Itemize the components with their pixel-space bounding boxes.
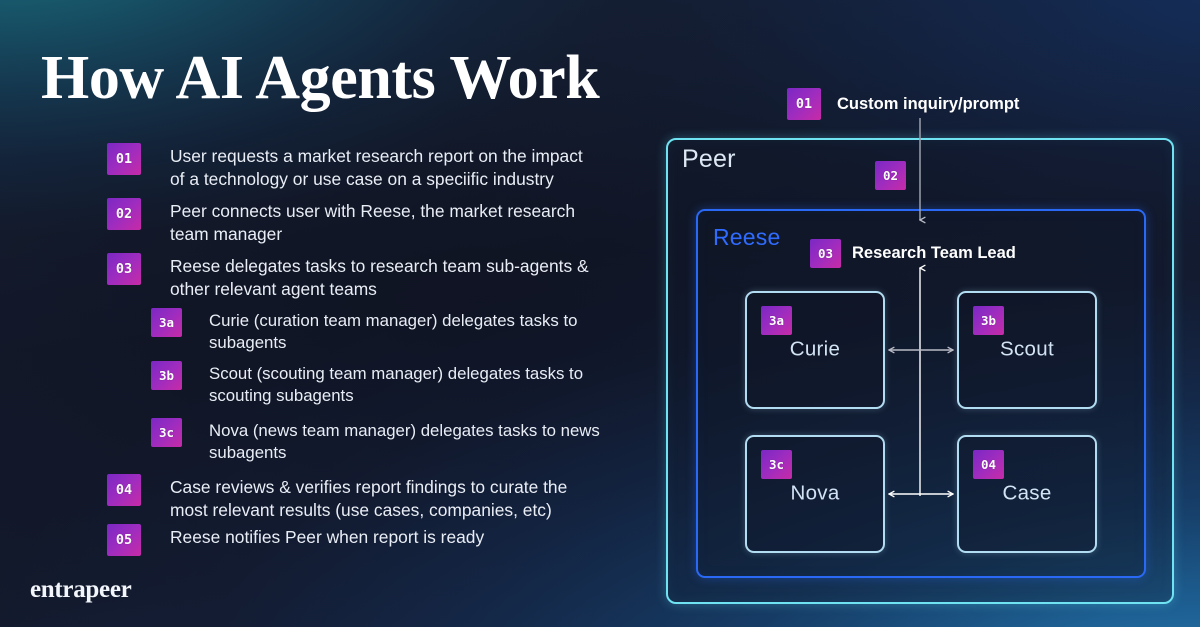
- agent-box-case[interactable]: 04 Case: [957, 435, 1097, 553]
- step-badge: 3c: [761, 450, 792, 479]
- agent-box-curie[interactable]: 3a Curie: [745, 291, 885, 409]
- research-team-lead-label: 03 Research Team Lead: [810, 239, 1016, 268]
- agent-name: Curie: [789, 337, 841, 361]
- reese-label: Reese: [713, 224, 781, 250]
- agent-name: Nova: [790, 481, 840, 505]
- agent-box-scout[interactable]: 3b Scout: [957, 291, 1097, 409]
- agent-name: Scout: [1000, 337, 1054, 361]
- agent-box-nova[interactable]: 3c Nova: [745, 435, 885, 553]
- step-badge: 03: [810, 239, 841, 268]
- step-badge: 3b: [973, 306, 1004, 335]
- step-badge: 3a: [761, 306, 792, 335]
- custom-inquiry-label: 01 Custom inquiry/prompt: [787, 88, 1019, 120]
- agent-architecture-diagram: 01 Custom inquiry/prompt Peer 02 Reese 0…: [0, 0, 1200, 627]
- step-badge: 04: [973, 450, 1004, 479]
- peer-label: Peer: [682, 145, 736, 173]
- label-text: Custom inquiry/prompt: [837, 94, 1020, 113]
- label-text: Research Team Lead: [852, 244, 1016, 262]
- step-badge: 01: [787, 88, 821, 120]
- step-badge: 02: [875, 161, 906, 190]
- agent-name: Case: [1002, 481, 1052, 505]
- slide-stage: How AI Agents Work 01 User requests a ma…: [0, 0, 1200, 627]
